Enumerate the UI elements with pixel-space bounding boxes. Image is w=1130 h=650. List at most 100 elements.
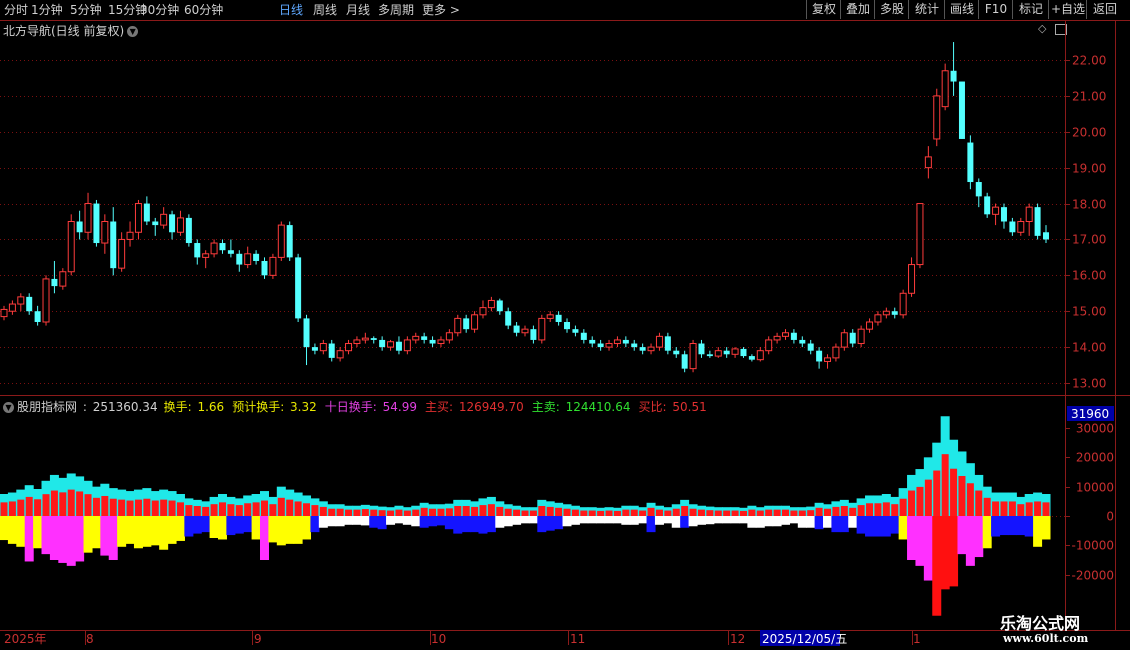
volume-tick-label: 10000 — [1076, 481, 1114, 495]
period-tab-7[interactable]: 周线 — [313, 0, 337, 20]
volume-buy-bar — [538, 505, 546, 516]
candle-body-up — [84, 203, 92, 233]
volume-buy-bar — [143, 498, 151, 516]
candle-body-down — [395, 341, 402, 351]
volume-buy-cap — [192, 499, 202, 516]
volume-buy-bar — [513, 509, 521, 516]
candle-body-down — [975, 182, 982, 197]
volume-buy-bar — [8, 501, 16, 516]
candle-body-up — [882, 310, 890, 316]
candle-body-up — [521, 328, 529, 334]
indicator-menu-icon[interactable]: ▼ — [3, 402, 14, 413]
volume-buy-cap — [537, 499, 547, 516]
period-tab-6[interactable]: 日线 — [279, 0, 303, 20]
toolbar-button-3[interactable]: 统计 — [908, 0, 945, 19]
volume-buy-cap — [402, 507, 412, 516]
price-tick-label: 14.00 — [1072, 341, 1106, 355]
period-tab-2[interactable]: 5分钟 — [70, 0, 102, 20]
candle-body-down — [194, 243, 201, 258]
toolbar-button-7[interactable]: +自选 — [1048, 0, 1087, 19]
candle-body-down — [286, 225, 293, 258]
volume-buy-bar — [773, 509, 781, 516]
volume-sell-bar — [503, 516, 513, 527]
volume-sell-bar — [33, 516, 43, 549]
volume-sell-bar — [621, 516, 631, 525]
volume-buy-cap — [461, 499, 471, 516]
candle-body-down — [849, 332, 856, 344]
candle-body-down — [295, 257, 302, 319]
candle-body-up — [42, 278, 50, 323]
volume-sell-bar — [873, 516, 883, 537]
volume-sell-bar — [915, 516, 925, 566]
volume-buy-cap — [1024, 494, 1034, 516]
period-tab-4[interactable]: 30分钟 — [140, 0, 179, 20]
volume-buy-bar — [756, 510, 764, 516]
period-tab-1[interactable]: 1分钟 — [31, 0, 63, 20]
period-tab-5[interactable]: 60分钟 — [184, 0, 223, 20]
volume-sell-bar — [865, 516, 875, 537]
volume-buy-bar — [1017, 504, 1025, 516]
period-tab-0[interactable]: 分时 — [4, 0, 28, 20]
volume-buy-cap — [923, 457, 933, 516]
volume-sell-bar — [444, 516, 454, 530]
volume-buy-bar — [252, 502, 260, 516]
volume-sell-bar — [327, 516, 337, 527]
indicator-item-value: 54.99 — [378, 400, 417, 414]
toolbar-button-1[interactable]: 叠加 — [840, 0, 875, 19]
stock-title[interactable]: 北方导航(日线 前复权) ▼ — [3, 22, 139, 39]
candle-body-down — [311, 347, 318, 351]
volume-buy-bar — [613, 510, 621, 516]
volume-buy-bar — [555, 507, 563, 516]
volume-sell-bar — [360, 516, 370, 526]
chevron-down-icon[interactable]: ▼ — [127, 26, 139, 37]
candle-body-down — [580, 332, 587, 340]
toolbar-button-2[interactable]: 多股 — [874, 0, 909, 19]
candle-body-down — [723, 350, 730, 355]
volume-buy-cap — [991, 492, 1001, 516]
toolbar-button-8[interactable]: 返回 — [1086, 0, 1123, 19]
volume-buy-bar — [118, 499, 126, 516]
volume-buy-bar — [588, 510, 596, 516]
volume-sell-bar — [453, 516, 463, 534]
volume-sell-bar — [823, 516, 833, 528]
period-tab-10[interactable]: 更多 > — [422, 0, 460, 20]
volume-sell-bar — [428, 516, 438, 527]
volume-buy-bar — [916, 486, 924, 516]
toolbar-button-6[interactable]: 标记 — [1012, 0, 1049, 19]
candle-body-down — [370, 338, 377, 340]
chart-settings-icon[interactable]: ◇ — [1038, 22, 1046, 35]
candle-body-up — [941, 70, 949, 108]
window-toggle-icon[interactable] — [1055, 24, 1067, 35]
volume-sell-bar — [243, 516, 253, 533]
volume-buy-bar — [109, 498, 117, 516]
volume-buy-bar — [622, 509, 630, 516]
volume-buy-cap — [898, 488, 908, 516]
toolbar-button-5[interactable]: F10 — [978, 0, 1013, 19]
volume-sell-bar — [310, 516, 320, 533]
candle-body-up — [59, 271, 67, 287]
volume-buy-bar — [714, 510, 722, 516]
candle-body-down — [967, 142, 974, 183]
toolbar-button-4[interactable]: 画线 — [944, 0, 979, 19]
volume-buy-cap — [7, 492, 17, 516]
candle-body-up — [101, 221, 109, 244]
stock-chart[interactable]: 22.00 21.00 20.00 19.00 18.00 17.00 16.00 15.00… — [0, 0, 1130, 650]
volume-buy-cap — [688, 504, 698, 516]
period-tab-9[interactable]: 多周期 — [378, 0, 414, 20]
candle-body-up — [412, 335, 420, 341]
volume-buy-bar — [210, 504, 218, 516]
date-tick-label: 1 — [913, 632, 921, 646]
volume-sell-bar — [680, 516, 690, 528]
volume-buy-bar — [874, 503, 882, 516]
volume-buy-cap — [747, 505, 757, 516]
volume-buy-bar — [76, 491, 84, 516]
toolbar-button-0[interactable]: 复权 — [806, 0, 841, 19]
volume-buy-bar — [672, 508, 680, 516]
candle-body-up — [387, 341, 395, 348]
volume-buy-cap — [293, 492, 303, 516]
volume-sell-bar — [671, 516, 681, 528]
volume-buy-cap — [419, 502, 429, 516]
volume-buy-bar — [950, 468, 958, 516]
date-tick-label: 12 — [730, 632, 745, 646]
period-tab-8[interactable]: 月线 — [346, 0, 370, 20]
